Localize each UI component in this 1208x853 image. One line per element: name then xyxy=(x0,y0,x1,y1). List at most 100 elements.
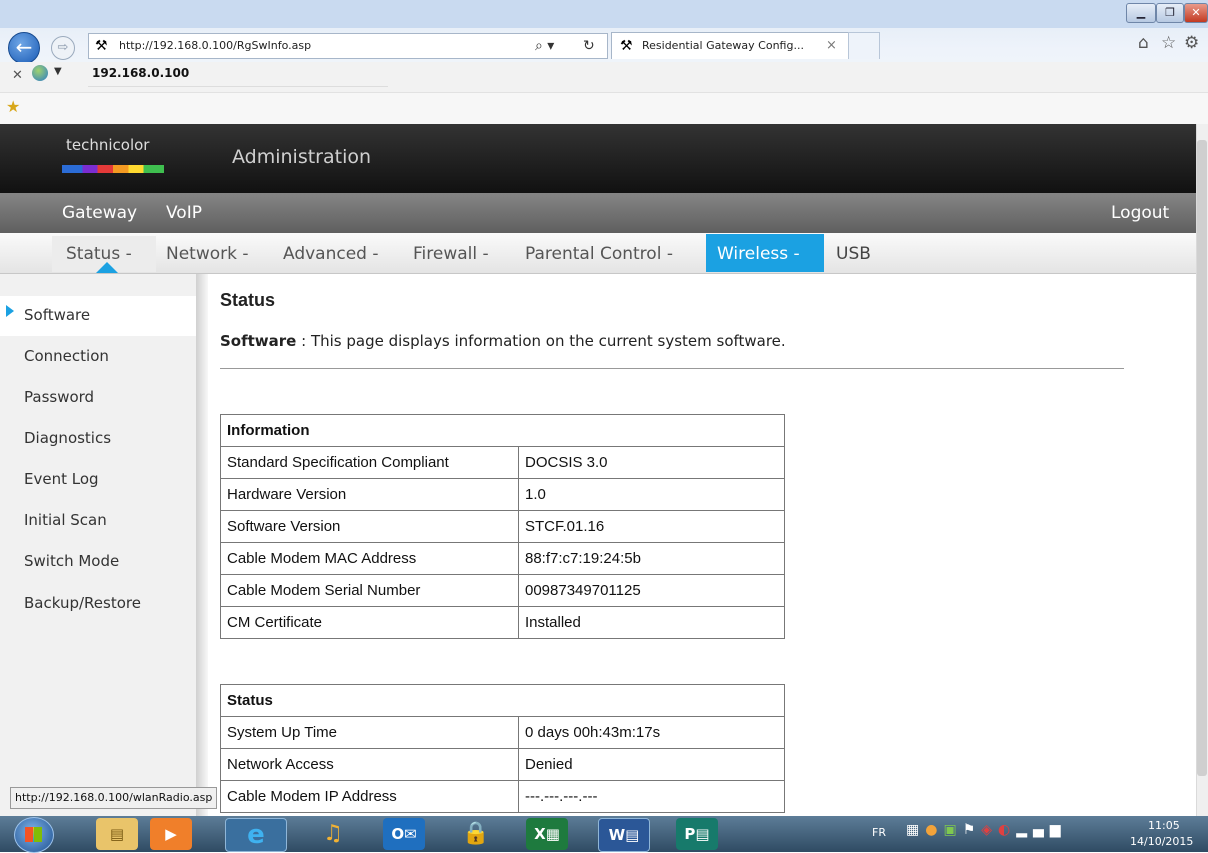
section-heading: Status xyxy=(220,290,276,310)
table-row: Hardware Version 1.0 xyxy=(220,478,785,511)
tray-app-icon[interactable]: ● xyxy=(925,822,943,838)
table-row: System Up Time 0 days 00h:43m:17s xyxy=(220,716,785,749)
tab-wireless[interactable]: Wireless - xyxy=(717,244,800,264)
minimize-button[interactable]: ▁ xyxy=(1126,3,1156,23)
table-row: Cable Modem IP Address ---.---.---.--- xyxy=(220,780,785,813)
favorites-star-icon[interactable]: ☆ xyxy=(1161,33,1176,53)
row-key: Hardware Version xyxy=(220,478,519,511)
start-button[interactable] xyxy=(14,817,54,853)
tab-close-icon[interactable]: × xyxy=(826,33,837,59)
internet-explorer-icon[interactable]: e xyxy=(225,818,287,852)
row-value: Installed xyxy=(518,606,785,639)
tab-firewall[interactable]: Firewall - xyxy=(413,244,489,264)
tab-gateway-config[interactable]: ⚒ Residential Gateway Config... × xyxy=(611,32,849,59)
nav-voip[interactable]: VoIP xyxy=(166,203,202,223)
table-row: Standard Specification Compliant DOCSIS 3… xyxy=(220,446,785,479)
nav-gateway[interactable]: Gateway xyxy=(62,203,137,223)
row-value: 88:f7:c7:19:24:5b xyxy=(518,542,785,575)
globe-icon[interactable] xyxy=(32,65,48,81)
address-bar[interactable]: ⚒ http://192.168.0.100/RgSwInfo.asp ⌕ ▾ … xyxy=(88,33,608,59)
scrollbar-thumb[interactable] xyxy=(1197,140,1207,776)
media-player-icon[interactable]: ▶ xyxy=(150,818,192,850)
tray-signal-icon[interactable]: ▂▄▆ xyxy=(1016,822,1066,838)
restore-button[interactable]: ❐ xyxy=(1156,3,1184,23)
active-arrow-icon xyxy=(6,305,14,317)
tray-sync-icon[interactable]: ▣ xyxy=(943,822,962,838)
sidebar-item-connection[interactable]: Connection xyxy=(24,347,109,365)
tray-volume-icon[interactable]: ◐ xyxy=(998,822,1016,838)
headphones-app-icon[interactable]: ♫ xyxy=(312,818,354,850)
globe-dropdown-icon[interactable]: ▼ xyxy=(54,66,62,77)
tray-icons: ▦●▣⚑◈◐▂▄▆ xyxy=(906,822,1067,838)
active-tab-indicator xyxy=(96,262,118,273)
sidebar-item-diagnostics[interactable]: Diagnostics xyxy=(24,429,111,447)
sidebar-item-password[interactable]: Password xyxy=(24,388,94,406)
information-table: Information Standard Specification Compl… xyxy=(220,414,785,639)
intro-text: : This page displays information on the … xyxy=(296,332,786,350)
row-value: STCF.01.16 xyxy=(518,510,785,543)
intro-line: Software : This page displays informatio… xyxy=(220,332,786,350)
row-value: DOCSIS 3.0 xyxy=(518,446,785,479)
search-dropdown-icon[interactable]: ⌕ ▾ xyxy=(535,34,554,58)
row-key: Cable Modem IP Address xyxy=(220,780,519,813)
table-row: CM Certificate Installed xyxy=(220,606,785,639)
back-icon[interactable]: ← xyxy=(8,32,40,64)
sidebar-item-switch-mode[interactable]: Switch Mode xyxy=(24,552,119,570)
tray-flag-icon[interactable]: ⚑ xyxy=(963,822,982,838)
row-value: Denied xyxy=(518,748,785,781)
word-icon[interactable]: W▤ xyxy=(598,818,650,852)
clock-time[interactable]: 11:05 xyxy=(1148,819,1180,832)
status-table-title: Status xyxy=(220,684,785,717)
tray-network-icon[interactable]: ▦ xyxy=(906,822,925,838)
toolbar-host-field xyxy=(88,62,388,87)
sidebar-item-software[interactable]: Software xyxy=(24,306,90,324)
table-row: Software Version STCF.01.16 xyxy=(220,510,785,543)
navigation-toolbar: ✕ ▼ 192.168.0.100 xyxy=(0,62,1208,93)
tab-status[interactable]: Status - xyxy=(66,244,132,264)
row-key: Standard Specification Compliant xyxy=(220,446,519,479)
stop-icon[interactable]: ✕ xyxy=(12,68,23,83)
file-explorer-icon[interactable]: ▤ xyxy=(96,818,138,850)
logout-link[interactable]: Logout xyxy=(1111,203,1169,223)
sidebar-item-initial-scan[interactable]: Initial Scan xyxy=(24,511,107,529)
row-key: System Up Time xyxy=(220,716,519,749)
divider xyxy=(220,368,1124,369)
row-key: Network Access xyxy=(220,748,519,781)
tab-network[interactable]: Network - xyxy=(166,244,249,264)
row-key: Cable Modem MAC Address xyxy=(220,542,519,575)
row-key: Cable Modem Serial Number xyxy=(220,574,519,607)
refresh-icon[interactable]: ↻ xyxy=(583,34,595,58)
tab-usb[interactable]: USB xyxy=(836,244,871,264)
lock-app-icon[interactable]: 🔒 xyxy=(455,818,497,850)
tab-parental-control[interactable]: Parental Control - xyxy=(525,244,673,264)
row-value: 00987349701125 xyxy=(518,574,785,607)
close-window-button[interactable]: ✕ xyxy=(1184,3,1208,23)
page-title: Administration xyxy=(232,146,372,168)
publisher-icon[interactable]: P▤ xyxy=(676,818,718,850)
add-favorites-icon[interactable]: ★ xyxy=(6,97,20,116)
brand-logo-text: technicolor xyxy=(66,136,150,154)
information-table-title: Information xyxy=(220,414,785,447)
windows-logo-icon xyxy=(25,827,42,842)
home-icon[interactable]: ⌂ xyxy=(1138,33,1149,53)
new-tab-button[interactable] xyxy=(848,32,880,59)
status-table: Status System Up Time 0 days 00h:43m:17s … xyxy=(220,684,785,813)
sidebar-item-event-log[interactable]: Event Log xyxy=(24,470,99,488)
row-key: Software Version xyxy=(220,510,519,543)
clock-date[interactable]: 14/10/2015 xyxy=(1130,835,1193,848)
language-indicator[interactable]: FR xyxy=(872,826,886,839)
tab-advanced[interactable]: Advanced - xyxy=(283,244,379,264)
settings-gear-icon[interactable]: ⚙ xyxy=(1184,33,1199,53)
window-titlebar xyxy=(0,0,1208,28)
outlook-icon[interactable]: O✉ xyxy=(383,818,425,850)
sidebar-item-backup-restore[interactable]: Backup/Restore xyxy=(24,594,141,612)
table-row: Cable Modem Serial Number 00987349701125 xyxy=(220,574,785,607)
tray-security-icon[interactable]: ◈ xyxy=(981,822,998,838)
excel-icon[interactable]: X▦ xyxy=(526,818,568,850)
row-value: 1.0 xyxy=(518,478,785,511)
row-value: 0 days 00h:43m:17s xyxy=(518,716,785,749)
sidebar-shadow xyxy=(196,274,208,816)
forward-icon[interactable]: ⇨ xyxy=(51,36,75,60)
status-url-tooltip: http://192.168.0.100/wlanRadio.asp xyxy=(10,787,218,809)
primary-nav: Gateway VoIP Logout xyxy=(0,193,1196,233)
